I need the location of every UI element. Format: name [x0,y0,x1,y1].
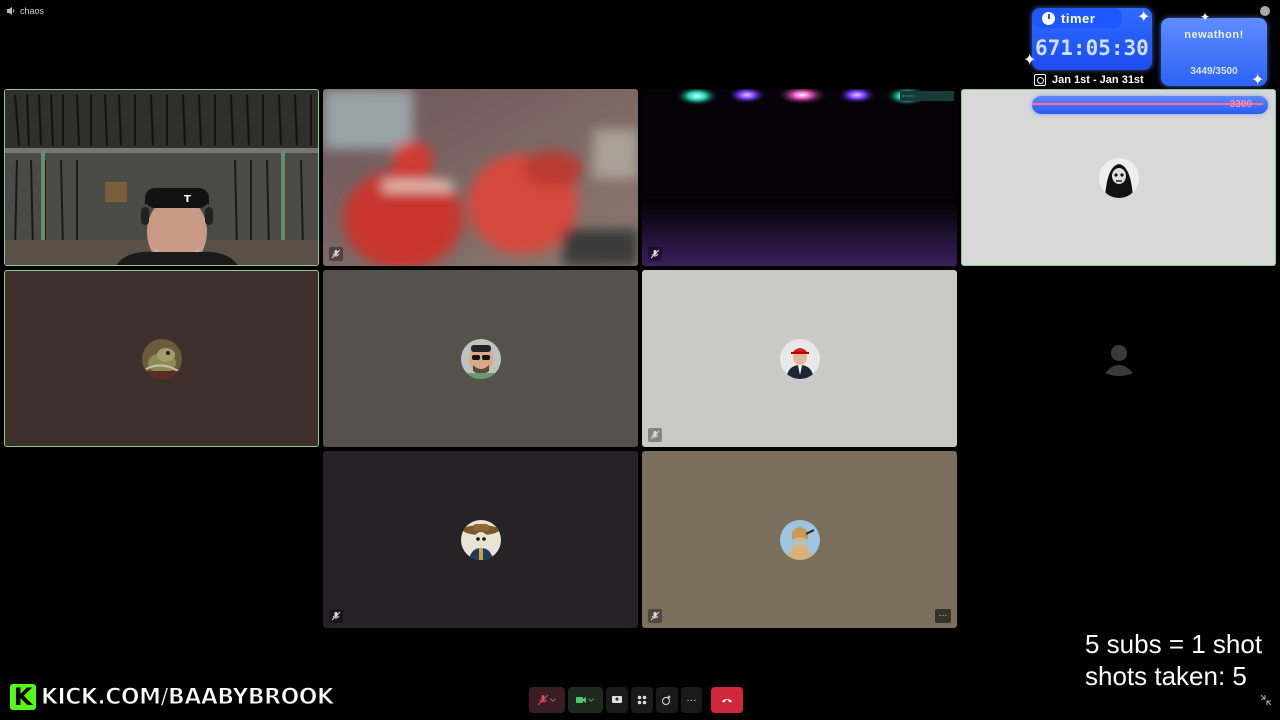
reaper-avatar-icon [1098,157,1139,198]
share-screen-button[interactable] [606,687,629,713]
person-photo-avatar-icon [779,519,820,560]
effects-button[interactable] [655,687,678,713]
red-cap-man-avatar-icon [779,338,820,379]
shots-rule: 5 subs = 1 shot [1085,629,1263,659]
skeleton-sombrero-avatar-icon [460,519,501,560]
goal-progress-fill [1032,103,1264,105]
window-title-bar: chaos [6,4,44,18]
clock-icon [1042,11,1055,25]
sparkle-icon: ✦ [1200,10,1211,24]
participant-tile-default[interactable] [961,270,1276,447]
mic-muted-icon [648,609,662,623]
goal-progress-bar: 3300 [1032,96,1268,114]
sparkle-icon: ✦ [1137,9,1151,26]
timer-value: 671:05:30 [1035,36,1149,60]
window-title: chaos [20,6,45,16]
goal-progress-label: 3300 [1229,99,1252,110]
video-frame-stage: ····· [642,89,957,266]
sparkle-icon: ✦ [1023,52,1037,69]
chat-bubble-icon[interactable] [1260,6,1270,16]
participant-tile-sunglasses-man[interactable] [323,270,638,447]
microphone-muted-icon [537,694,549,706]
share-screen-icon [612,696,623,703]
grid-view-button[interactable] [631,687,653,713]
sparkle-icon: ✦ [1251,72,1265,89]
mic-muted-icon [648,428,662,442]
webcam-video-frame: T [5,90,318,265]
timer-header: timer [1032,8,1122,28]
end-call-button[interactable] [711,687,743,713]
mic-muted-icon [648,247,662,261]
svg-text:T: T [184,194,191,205]
date-range-text: Jan 1st - Jan 31st [1052,74,1144,86]
participant-tile-video-red-figure[interactable] [323,89,638,266]
chevron-down-icon[interactable] [587,696,595,704]
effects-icon [661,695,671,705]
kick-url: KICK.COM/BAABYBROOK [41,684,335,710]
meeting-toolbar: ··· [529,687,743,713]
sunglasses-man-avatar-icon [460,338,501,379]
participant-tile-skeleton[interactable] [323,451,638,628]
default-user-icon [1098,338,1139,379]
microphone-toggle-button[interactable] [529,687,565,713]
participant-tile-creature[interactable] [4,270,319,447]
date-range: Jan 1st - Jan 31st [1034,74,1144,86]
creature-avatar-icon [141,338,182,379]
collapse-icon[interactable] [1260,694,1272,706]
kick-logo-icon: K [8,682,38,712]
participant-tile-video-stage[interactable]: ····· [642,89,957,266]
mic-muted-icon [329,247,343,261]
participant-tile-reaper[interactable] [961,89,1276,266]
chevron-down-icon[interactable] [549,696,557,704]
end-call-icon [722,699,733,703]
grid-view-icon [637,695,647,705]
shots-taken: shots taken: 5 [1085,661,1247,691]
participant-tile-red-cap-man[interactable] [642,270,957,447]
shots-counter: 5 subs = 1 shot shots taken: 5 [1085,628,1262,692]
camera-icon [1034,74,1046,86]
participant-tile-video-armory[interactable]: T [4,89,319,266]
more-icon: ··· [686,694,697,706]
camera-toggle-button[interactable] [567,687,604,713]
more-options-button[interactable]: ··· [680,687,703,713]
svg-text:·····: ····· [902,92,915,101]
tile-more-options-button[interactable]: ··· [935,609,951,623]
video-frame-blurred [323,89,638,266]
timer-label: timer [1061,10,1096,26]
audio-icon [7,7,15,15]
camera-icon [576,697,587,703]
participant-tile-person-photo[interactable]: ··· [642,451,957,628]
mic-muted-icon [329,609,343,623]
kick-branding: K KICK.COM/BAABYBROOK [8,681,335,713]
goal-title: newathon! [1184,29,1244,41]
